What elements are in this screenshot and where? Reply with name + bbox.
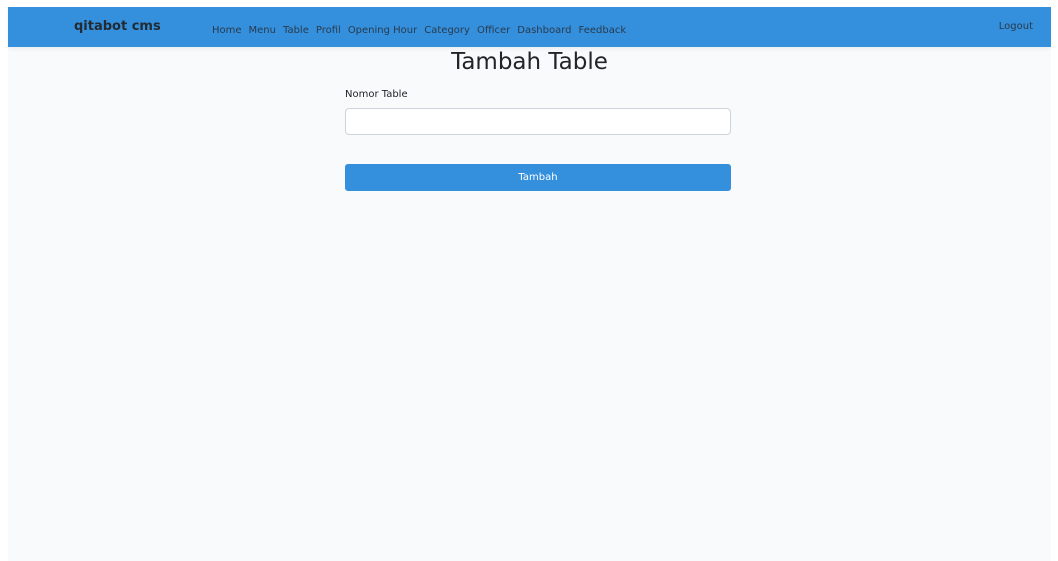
nav-item-table: Table xyxy=(283,18,309,37)
nomor-table-input[interactable] xyxy=(345,108,731,135)
nav-link-category[interactable]: Category xyxy=(424,25,470,36)
nav-item-profil: Profil xyxy=(316,18,341,37)
nav-links: Home Menu Table Profil Opening Hour Cate… xyxy=(212,7,626,47)
tambah-button[interactable]: Tambah xyxy=(345,164,731,191)
brand-link[interactable]: qitabot cms xyxy=(74,7,161,47)
page-title: Tambah Table xyxy=(451,49,608,75)
nav-item-officer: Officer xyxy=(477,18,510,37)
nav-link-feedback[interactable]: Feedback xyxy=(579,25,627,36)
nav-item-feedback: Feedback xyxy=(579,18,627,37)
nomor-table-label: Nomor Table xyxy=(345,89,408,100)
nav-item-opening-hour: Opening Hour xyxy=(348,18,417,37)
app-frame: qitabot cms Home Menu Table Profil Openi… xyxy=(8,7,1051,561)
nav-item-category: Category xyxy=(424,18,470,37)
nav-link-table[interactable]: Table xyxy=(283,25,309,36)
nav-link-home[interactable]: Home xyxy=(212,25,242,36)
nav-item-home: Home xyxy=(212,18,242,37)
nav-item-dashboard: Dashboard xyxy=(517,18,571,37)
nav-link-dashboard[interactable]: Dashboard xyxy=(517,25,571,36)
nav-link-opening-hour[interactable]: Opening Hour xyxy=(348,25,417,36)
nav-link-profil[interactable]: Profil xyxy=(316,25,341,36)
logout-link[interactable]: Logout xyxy=(999,7,1033,47)
nav-item-menu: Menu xyxy=(249,18,276,37)
nav-link-officer[interactable]: Officer xyxy=(477,25,510,36)
top-navbar: qitabot cms Home Menu Table Profil Openi… xyxy=(8,7,1051,47)
nav-link-menu[interactable]: Menu xyxy=(249,25,276,36)
